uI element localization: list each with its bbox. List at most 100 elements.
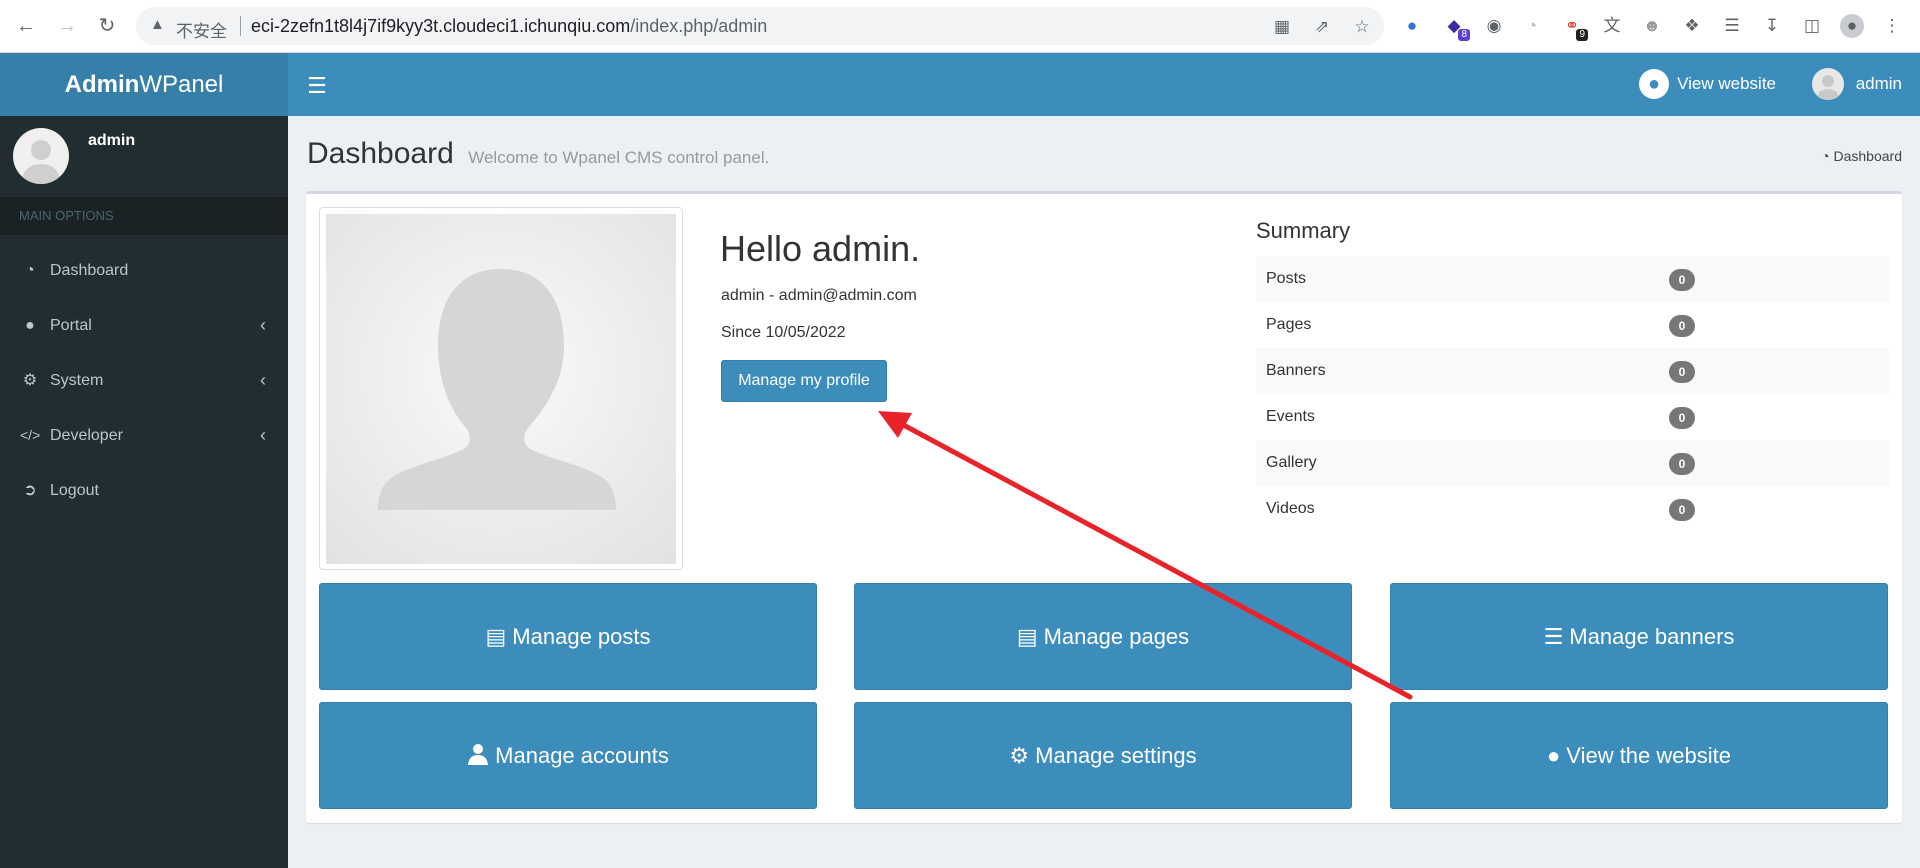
count-badge: 0 [1669, 453, 1695, 475]
translate-page-icon[interactable]: ▦ [1271, 16, 1293, 38]
translate-icon[interactable]: 文 [1600, 14, 1624, 38]
manage-pages-button[interactable]: ▤ Manage pages [854, 583, 1352, 690]
summary-title: Summary [1256, 218, 1351, 243]
tile-label: View the website [1566, 742, 1731, 768]
extension-swirl-icon[interactable]: ◔ [1520, 14, 1544, 38]
side-panel-icon[interactable]: ◫ [1800, 14, 1824, 38]
extension-cube-icon[interactable]: ◆ 8 [1442, 14, 1470, 41]
sidebar: admin MAIN OPTIONS ◔ Dashboard ● Portal … [0, 116, 288, 868]
summary-row-videos: Videos 0 [1256, 486, 1889, 532]
summary-label: Gallery [1266, 454, 1317, 471]
media-queue-icon[interactable]: ☰ [1720, 14, 1744, 38]
list-alt-icon: ▤ [1016, 623, 1038, 649]
insecure-label[interactable]: 不安全 [176, 17, 227, 42]
profile-icon[interactable]: ● [1840, 14, 1864, 38]
sidebar-item-dashboard[interactable]: ◔ Dashboard [0, 243, 288, 298]
manage-banners-button[interactable]: ☰ Manage banners [1390, 583, 1888, 690]
url-path: /index.php/admin [630, 16, 768, 36]
chevron-left-icon: ‹ [260, 370, 266, 390]
tile-label: Manage banners [1569, 623, 1735, 649]
logo-rest: WPanel [139, 71, 224, 98]
summary-row-gallery: Gallery 0 [1256, 440, 1889, 486]
manage-accounts-button[interactable]: Manage accounts [319, 702, 817, 809]
greeting-heading: Hello admin. [720, 228, 921, 269]
breadcrumb[interactable]: ◔ Dashboard [1821, 148, 1902, 164]
summary-label: Posts [1266, 270, 1307, 287]
bars-icon: ☰ [1543, 623, 1564, 649]
header-username: admin [1855, 74, 1902, 93]
extension-badge: 9 [1576, 29, 1588, 41]
count-badge: 0 [1669, 499, 1695, 521]
page-subtitle: Welcome to Wpanel CMS control panel. [468, 148, 770, 167]
sidebar-item-label: System [50, 372, 104, 389]
summary-label: Banners [1266, 362, 1326, 379]
url-text[interactable]: eci-2zefn1t8l4j7if9kyy3t.cloudeci1.ichun… [251, 16, 767, 37]
tile-label: Manage accounts [495, 742, 669, 768]
app-logo[interactable]: AdminWPanel [0, 53, 288, 116]
summary-row-posts: Posts 0 [1256, 256, 1889, 302]
user-email-line: admin - admin@admin.com [721, 287, 917, 304]
share-icon[interactable]: ⇗ [1311, 16, 1333, 38]
breadcrumb-label: Dashboard [1833, 148, 1903, 164]
dashboard-icon: ◔ [1821, 148, 1834, 164]
view-website-label: View website [1677, 74, 1776, 93]
chevron-left-icon: ‹ [260, 315, 266, 335]
logo-bold: Admin [64, 71, 140, 98]
summary-label: Videos [1266, 500, 1315, 517]
extensions-puzzle-icon[interactable]: ❖ [1680, 14, 1704, 38]
summary-row-events: Events 0 [1256, 394, 1889, 440]
extension-robot-icon[interactable]: ☻ [1640, 14, 1664, 38]
tile-label: Manage settings [1035, 742, 1197, 768]
more-menu-icon[interactable]: ⋮ [1880, 14, 1904, 38]
download-icon[interactable]: ↧ [1760, 14, 1784, 38]
avatar [1811, 68, 1844, 100]
globe-icon: ● [25, 317, 35, 334]
view-website-link[interactable]: ● View website [1639, 68, 1776, 100]
view-the-website-button[interactable]: ● View the website [1390, 702, 1888, 809]
sidebar-item-label: Logout [50, 482, 99, 499]
sidebar-item-developer[interactable]: </> Developer ‹ [0, 408, 288, 463]
profile-photo [319, 207, 683, 570]
summary-label: Events [1266, 408, 1315, 425]
sidebar-user-panel: admin [0, 116, 288, 196]
sidebar-item-label: Dashboard [50, 262, 129, 279]
summary-row-pages: Pages 0 [1256, 302, 1889, 348]
code-icon: </> [20, 427, 41, 443]
warning-icon[interactable]: ▲ [150, 16, 165, 33]
list-alt-icon: ▤ [485, 623, 507, 649]
sidebar-item-label: Portal [50, 317, 92, 334]
address-bar[interactable]: ▲ 不安全 eci-2zefn1t8l4j7if9kyy3t.cloudeci1… [136, 7, 1384, 45]
extension-globe-icon[interactable]: ● [1400, 14, 1424, 38]
globe-icon: ● [1547, 742, 1561, 768]
extension-panda-icon[interactable]: ◉ [1482, 14, 1506, 38]
bookmark-star-icon[interactable]: ☆ [1351, 16, 1373, 38]
gear-icon: ⚙ [1009, 742, 1030, 768]
avatar [13, 128, 69, 184]
content-header: Dashboard Welcome to Wpanel CMS control … [307, 137, 769, 171]
user-menu[interactable]: admin [1811, 68, 1902, 100]
top-navbar: ☰ ● View website admin [288, 53, 1920, 116]
back-icon[interactable]: ← [14, 14, 38, 38]
profile-placeholder-image [326, 214, 676, 564]
manage-posts-button[interactable]: ▤ Manage posts [319, 583, 817, 690]
chevron-left-icon: ‹ [260, 425, 266, 445]
reload-icon[interactable]: ↻ [95, 14, 119, 38]
tile-label: Manage posts [512, 623, 651, 649]
forward-icon[interactable]: → [55, 14, 79, 38]
sidebar-item-logout[interactable]: ➲ Logout [0, 463, 288, 518]
extension-link-icon[interactable]: ⚭ 9 [1560, 14, 1588, 41]
sidebar-item-portal[interactable]: ● Portal ‹ [0, 298, 288, 353]
manage-profile-button[interactable]: Manage my profile [721, 360, 887, 402]
extension-badge: 8 [1458, 29, 1470, 41]
page-title: Dashboard [307, 137, 454, 170]
count-badge: 0 [1669, 269, 1695, 291]
sidebar-item-system[interactable]: ⚙ System ‹ [0, 353, 288, 408]
manage-settings-button[interactable]: ⚙ Manage settings [854, 702, 1352, 809]
url-host: eci-2zefn1t8l4j7if9kyy3t.cloudeci1.ichun… [251, 16, 631, 36]
sidebar-item-label: Developer [50, 427, 123, 444]
dashboard-icon: ◔ [25, 262, 35, 279]
sign-out-icon: ➲ [23, 482, 37, 499]
sidebar-toggle-icon[interactable]: ☰ [302, 71, 332, 101]
user-icon [467, 743, 489, 769]
sidebar-section-header: MAIN OPTIONS [0, 197, 288, 235]
